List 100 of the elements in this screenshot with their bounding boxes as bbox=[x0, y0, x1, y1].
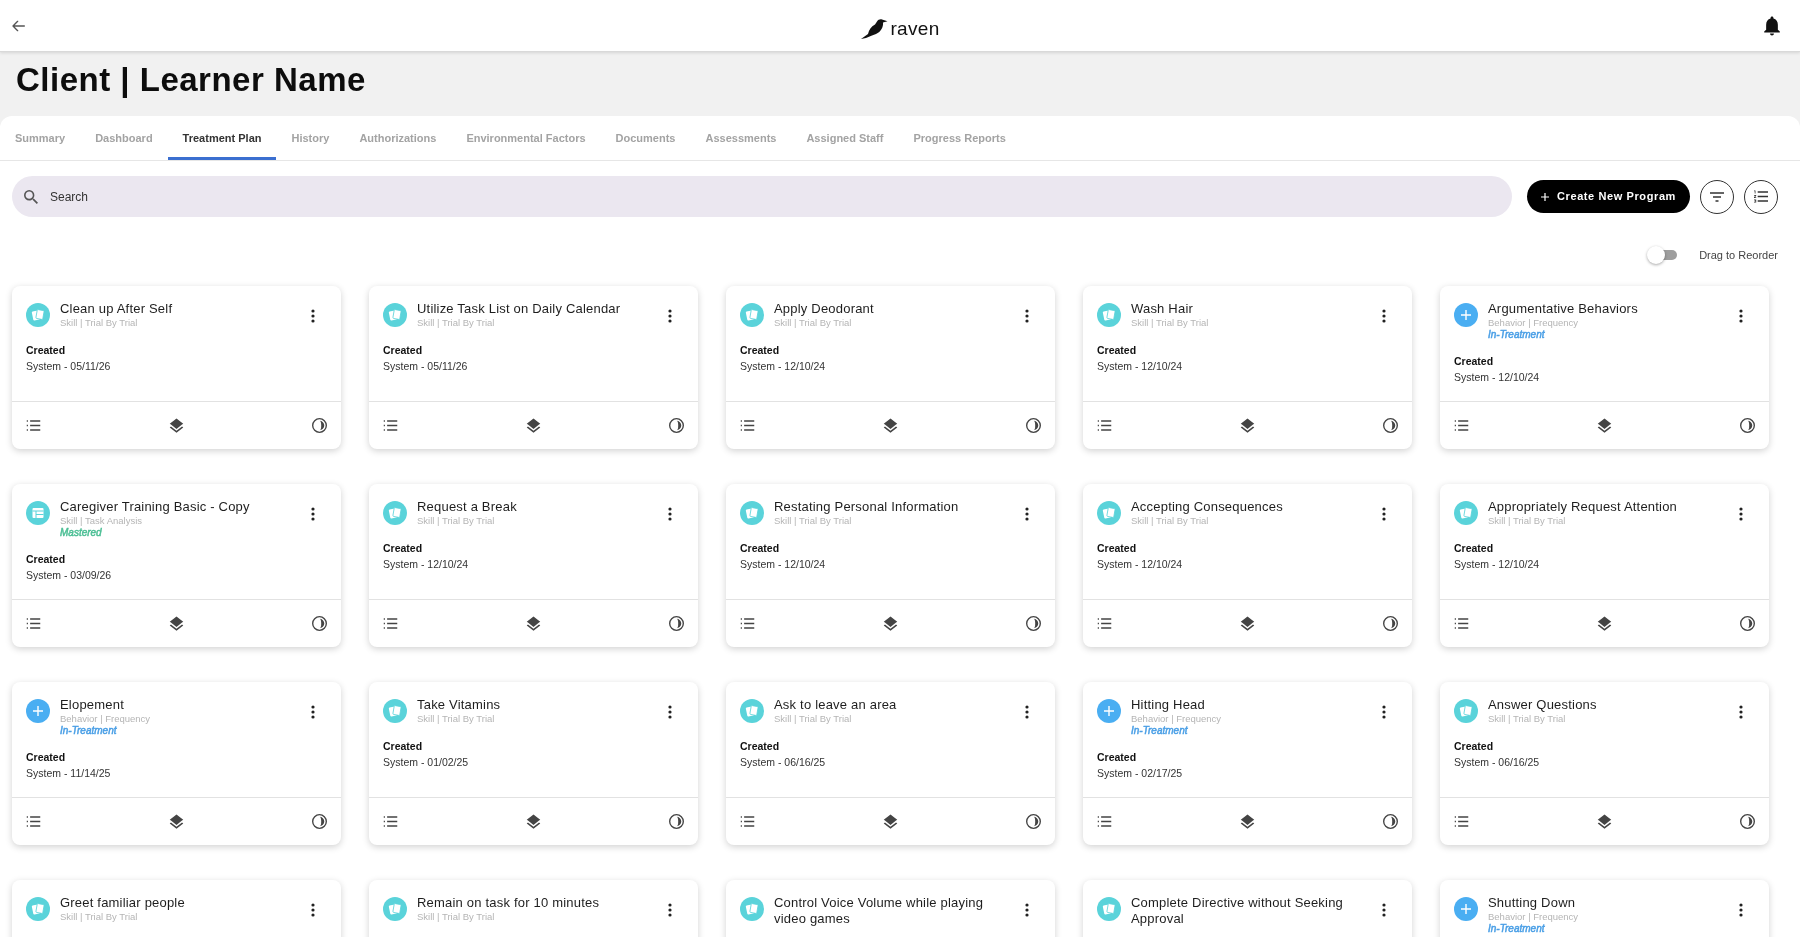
list-icon[interactable] bbox=[26, 418, 41, 433]
created-label: Created bbox=[740, 739, 780, 753]
cards-circle-icon bbox=[740, 699, 764, 723]
layers-icon[interactable] bbox=[1240, 814, 1255, 829]
more-options-icon[interactable] bbox=[1025, 903, 1029, 917]
half-filled-circle-icon[interactable] bbox=[312, 814, 327, 829]
half-filled-circle-icon[interactable] bbox=[1026, 814, 1041, 829]
program-title: Take Vitamins bbox=[417, 697, 502, 713]
list-icon[interactable] bbox=[383, 616, 398, 631]
created-info: System - 06/16/25 bbox=[1454, 755, 1540, 769]
layers-icon[interactable] bbox=[1240, 418, 1255, 433]
half-filled-circle-icon[interactable] bbox=[1026, 616, 1041, 631]
more-options-icon[interactable] bbox=[668, 507, 672, 521]
program-type: Behavior | Frequency bbox=[1488, 317, 1579, 329]
more-options-icon[interactable] bbox=[1382, 507, 1386, 521]
half-filled-circle-icon[interactable] bbox=[1383, 418, 1398, 433]
more-options-icon[interactable] bbox=[1025, 705, 1029, 719]
tab[interactable]: Environmental Factors bbox=[451, 116, 601, 160]
more-options-icon[interactable] bbox=[1739, 309, 1743, 323]
more-options-icon[interactable] bbox=[311, 903, 315, 917]
list-icon[interactable] bbox=[1454, 418, 1469, 433]
half-filled-circle-icon[interactable] bbox=[1383, 814, 1398, 829]
layers-icon[interactable] bbox=[526, 814, 541, 829]
list-icon[interactable] bbox=[26, 616, 41, 631]
created-label: Created bbox=[1097, 541, 1137, 555]
more-options-icon[interactable] bbox=[1739, 705, 1743, 719]
more-options-icon[interactable] bbox=[311, 309, 315, 323]
program-title: Apply Deodorant bbox=[774, 301, 875, 317]
program-type: Behavior | Frequency bbox=[1131, 713, 1222, 725]
more-options-icon[interactable] bbox=[668, 309, 672, 323]
tab[interactable]: Treatment Plan bbox=[167, 116, 277, 160]
program-title: Greet familiar people bbox=[60, 895, 186, 911]
list-icon[interactable] bbox=[1097, 814, 1112, 829]
more-options-icon[interactable] bbox=[1025, 507, 1029, 521]
layers-icon[interactable] bbox=[1597, 814, 1612, 829]
list-icon[interactable] bbox=[740, 418, 755, 433]
more-options-icon[interactable] bbox=[311, 507, 315, 521]
more-options-icon[interactable] bbox=[668, 903, 672, 917]
list-icon[interactable] bbox=[1097, 418, 1112, 433]
cards-circle-icon bbox=[1097, 501, 1121, 525]
half-filled-circle-icon[interactable] bbox=[1740, 616, 1755, 631]
create-new-program-button[interactable]: Create New Program bbox=[1527, 180, 1690, 213]
tab[interactable]: Authorizations bbox=[344, 116, 452, 160]
half-filled-circle-icon[interactable] bbox=[1740, 418, 1755, 433]
half-filled-circle-icon[interactable] bbox=[669, 814, 684, 829]
half-filled-circle-icon[interactable] bbox=[312, 616, 327, 631]
more-options-icon[interactable] bbox=[1739, 903, 1743, 917]
table-circle-icon bbox=[26, 501, 50, 525]
half-filled-circle-icon[interactable] bbox=[669, 418, 684, 433]
more-options-icon[interactable] bbox=[1382, 309, 1386, 323]
layers-icon[interactable] bbox=[1597, 418, 1612, 433]
list-icon[interactable] bbox=[1454, 814, 1469, 829]
layers-icon[interactable] bbox=[169, 616, 184, 631]
program-type: Skill | Trial By Trial bbox=[417, 317, 495, 329]
tab[interactable]: History bbox=[276, 116, 345, 160]
layers-icon[interactable] bbox=[1597, 616, 1612, 631]
more-options-icon[interactable] bbox=[668, 705, 672, 719]
half-filled-circle-icon[interactable] bbox=[1740, 814, 1755, 829]
list-icon[interactable] bbox=[383, 418, 398, 433]
layers-icon[interactable] bbox=[526, 616, 541, 631]
page-title: Client | Learner Name bbox=[16, 60, 366, 100]
tab[interactable]: Assigned Staff bbox=[791, 116, 899, 160]
notification-bell-icon[interactable] bbox=[1762, 15, 1782, 36]
program-title: Clean up After Self bbox=[60, 301, 174, 317]
list-icon[interactable] bbox=[383, 814, 398, 829]
created-info: System - 12/10/24 bbox=[1454, 370, 1540, 384]
more-options-icon[interactable] bbox=[1025, 309, 1029, 323]
list-icon[interactable] bbox=[1097, 616, 1112, 631]
more-options-icon[interactable] bbox=[1382, 903, 1386, 917]
tab[interactable]: Summary bbox=[0, 116, 81, 160]
half-filled-circle-icon[interactable] bbox=[1026, 418, 1041, 433]
tab[interactable]: Progress Reports bbox=[898, 116, 1021, 160]
layers-icon[interactable] bbox=[169, 418, 184, 433]
list-icon[interactable] bbox=[740, 814, 755, 829]
list-icon[interactable] bbox=[1454, 616, 1469, 631]
list-icon[interactable] bbox=[26, 814, 41, 829]
tab[interactable]: Documents bbox=[600, 116, 691, 160]
tab[interactable]: Dashboard bbox=[80, 116, 168, 160]
list-icon[interactable] bbox=[740, 616, 755, 631]
tab[interactable]: Assessments bbox=[690, 116, 792, 160]
plus-icon bbox=[1541, 192, 1549, 201]
layers-icon[interactable] bbox=[883, 616, 898, 631]
half-filled-circle-icon[interactable] bbox=[312, 418, 327, 433]
search-field[interactable]: Search bbox=[12, 176, 1512, 217]
more-options-icon[interactable] bbox=[311, 705, 315, 719]
more-options-icon[interactable] bbox=[1739, 507, 1743, 521]
created-label: Created bbox=[26, 343, 66, 357]
layers-icon[interactable] bbox=[883, 814, 898, 829]
created-info: System - 03/09/26 bbox=[26, 568, 112, 582]
layers-icon[interactable] bbox=[526, 418, 541, 433]
half-filled-circle-icon[interactable] bbox=[1383, 616, 1398, 631]
layers-icon[interactable] bbox=[169, 814, 184, 829]
program-title: Request a Break bbox=[417, 499, 518, 515]
cards-circle-icon bbox=[740, 501, 764, 525]
program-type: Skill | Trial By Trial bbox=[417, 515, 495, 527]
layers-icon[interactable] bbox=[1240, 616, 1255, 631]
layers-icon[interactable] bbox=[883, 418, 898, 433]
more-options-icon[interactable] bbox=[1382, 705, 1386, 719]
half-filled-circle-icon[interactable] bbox=[669, 616, 684, 631]
created-info: System - 05/11/26 bbox=[383, 359, 468, 373]
